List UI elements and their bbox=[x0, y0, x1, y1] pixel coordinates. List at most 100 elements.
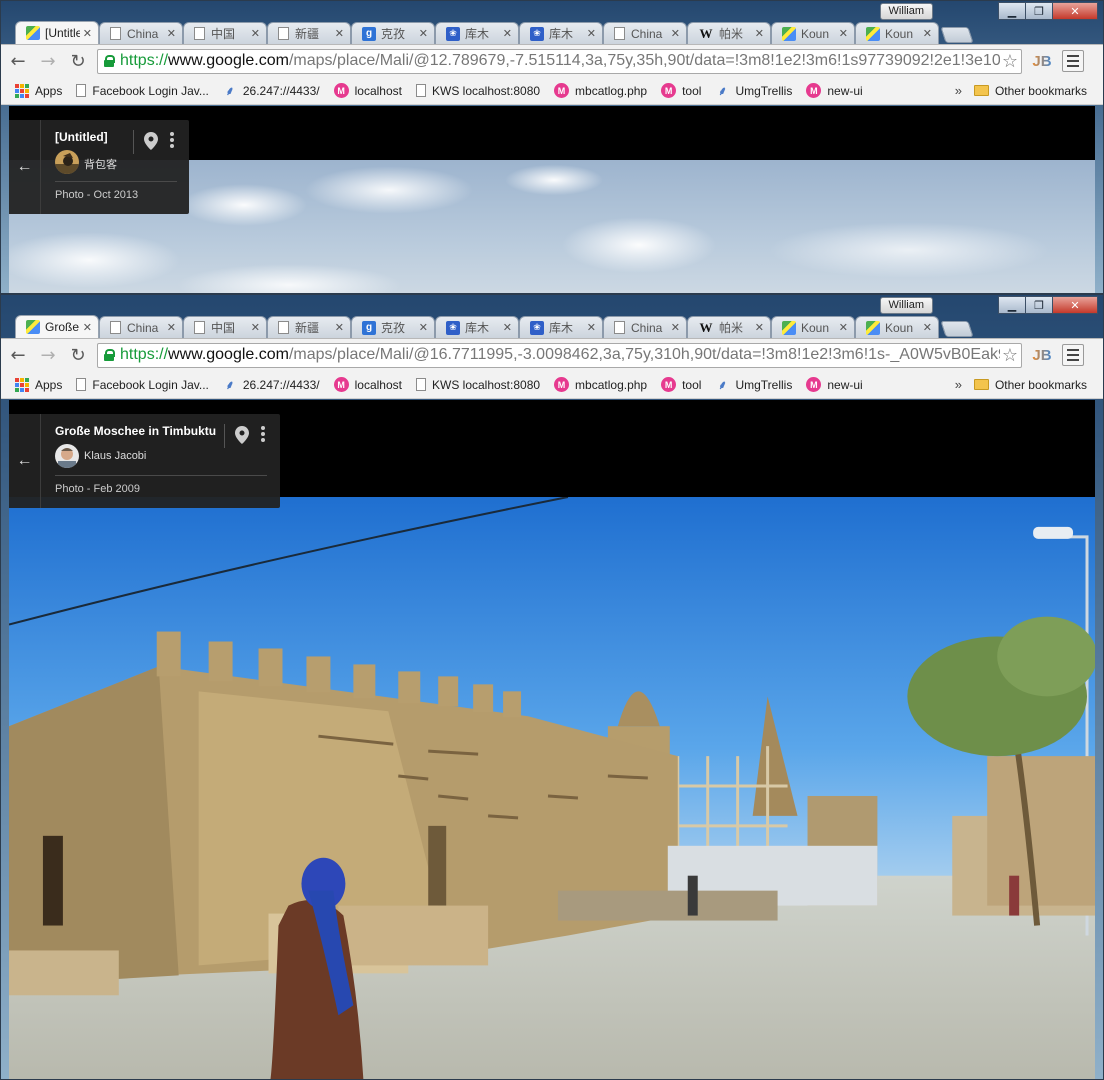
back-button[interactable]: ← bbox=[5, 48, 31, 74]
bookmark-item[interactable]: Mlocalhost bbox=[333, 377, 402, 392]
close-tab-icon[interactable]: ✕ bbox=[167, 321, 176, 334]
close-tab-icon[interactable]: ✕ bbox=[587, 321, 596, 334]
reload-button[interactable]: ↻ bbox=[65, 48, 91, 74]
close-tab-icon[interactable]: ✕ bbox=[755, 321, 764, 334]
address-bar[interactable]: https://www.google.com/maps/place/Mali/@… bbox=[97, 48, 1022, 74]
close-tab-icon[interactable]: ✕ bbox=[587, 27, 596, 40]
back-arrow-button[interactable]: ← bbox=[9, 414, 41, 508]
tab[interactable]: ❀ 库木 ✕ bbox=[519, 316, 603, 338]
close-tab-icon[interactable]: ✕ bbox=[167, 27, 176, 40]
new-tab-button[interactable] bbox=[940, 321, 974, 337]
map-pin-icon[interactable] bbox=[144, 132, 158, 150]
other-bookmarks[interactable]: Other bookmarks bbox=[973, 378, 1087, 392]
close-tab-icon[interactable]: ✕ bbox=[503, 27, 512, 40]
street-view-viewport[interactable]: ← Große Moschee in Timbuktu Klaus Jacobi… bbox=[9, 400, 1095, 1079]
close-window-button[interactable]: ✕ bbox=[1052, 2, 1098, 20]
close-tab-icon[interactable]: ✕ bbox=[503, 321, 512, 334]
tab[interactable]: China ✕ bbox=[99, 316, 183, 338]
bookmark-item[interactable]: ⸙ UmgTrellis bbox=[715, 84, 792, 99]
close-tab-icon[interactable]: ✕ bbox=[755, 27, 764, 40]
forward-button[interactable]: → bbox=[35, 342, 61, 368]
bookmark-item[interactable]: ⸙ UmgTrellis bbox=[715, 378, 792, 393]
bookmark-star-icon[interactable]: ☆ bbox=[999, 50, 1018, 72]
close-tab-icon[interactable]: ✕ bbox=[923, 321, 932, 334]
close-tab-icon[interactable]: ✕ bbox=[671, 27, 680, 40]
author-name[interactable]: Klaus Jacobi bbox=[84, 450, 146, 462]
bookmark-item[interactable]: Mnew-ui bbox=[806, 83, 863, 98]
close-tab-icon[interactable]: ✕ bbox=[335, 321, 344, 334]
forward-button[interactable]: → bbox=[35, 48, 61, 74]
tab[interactable]: Koun ✕ bbox=[855, 22, 939, 44]
jetbrains-extension-icon[interactable]: JB bbox=[1031, 51, 1053, 71]
bookmark-item[interactable]: Mlocalhost bbox=[333, 83, 402, 98]
close-tab-icon[interactable]: ✕ bbox=[83, 321, 92, 334]
avatar[interactable] bbox=[55, 150, 79, 174]
address-bar[interactable]: https://www.google.com/maps/place/Mali/@… bbox=[97, 342, 1022, 368]
bookmark-item[interactable]: Mtool bbox=[661, 83, 701, 98]
more-options-icon[interactable] bbox=[169, 132, 175, 148]
chrome-menu-button[interactable] bbox=[1062, 344, 1084, 366]
close-tab-icon[interactable]: ✕ bbox=[251, 27, 260, 40]
minimize-button[interactable]: ▁ bbox=[998, 296, 1026, 314]
close-tab-icon[interactable]: ✕ bbox=[419, 27, 428, 40]
tab[interactable]: ❀ 库木 ✕ bbox=[519, 22, 603, 44]
bookmark-item[interactable]: KWS localhost:8080 bbox=[415, 84, 540, 98]
tab-active[interactable]: [Untitled] ✕ bbox=[15, 21, 99, 44]
jetbrains-extension-icon[interactable]: JB bbox=[1031, 345, 1053, 365]
close-tab-icon[interactable]: ✕ bbox=[83, 27, 92, 40]
tab[interactable]: W 帕米 ✕ bbox=[687, 22, 771, 44]
author-name[interactable]: 背包客 bbox=[84, 156, 117, 172]
close-tab-icon[interactable]: ✕ bbox=[839, 27, 848, 40]
tab[interactable]: ❀ 库木 ✕ bbox=[435, 22, 519, 44]
panorama-photo[interactable] bbox=[9, 497, 1095, 1079]
tab[interactable]: Koun ✕ bbox=[771, 22, 855, 44]
maximize-button[interactable]: ❐ bbox=[1025, 2, 1053, 20]
bookmarks-overflow-button[interactable]: » bbox=[955, 377, 962, 392]
bookmark-item[interactable]: Mmbcatlog.php bbox=[554, 83, 647, 98]
tab[interactable]: Koun ✕ bbox=[771, 316, 855, 338]
bookmark-apps[interactable]: Apps bbox=[15, 377, 62, 392]
tab[interactable]: China ✕ bbox=[99, 22, 183, 44]
bookmark-item[interactable]: Mnew-ui bbox=[806, 377, 863, 392]
tab[interactable]: W 帕米 ✕ bbox=[687, 316, 771, 338]
tab[interactable]: g 克孜 ✕ bbox=[351, 316, 435, 338]
back-arrow-button[interactable]: ← bbox=[9, 120, 41, 214]
tab[interactable]: 新疆 ✕ bbox=[267, 316, 351, 338]
bookmark-item[interactable]: ⸙ 26.247://4433/ bbox=[223, 378, 319, 393]
bookmark-item[interactable]: Mmbcatlog.php bbox=[554, 377, 647, 392]
chrome-menu-button[interactable] bbox=[1062, 50, 1084, 72]
profile-button[interactable]: William bbox=[879, 3, 933, 20]
profile-button[interactable]: William bbox=[879, 297, 933, 314]
new-tab-button[interactable] bbox=[940, 27, 974, 43]
map-pin-icon[interactable] bbox=[235, 426, 249, 444]
tab[interactable]: China ✕ bbox=[603, 316, 687, 338]
minimize-button[interactable]: ▁ bbox=[998, 2, 1026, 20]
tab[interactable]: 中国 ✕ bbox=[183, 22, 267, 44]
tab[interactable]: 新疆 ✕ bbox=[267, 22, 351, 44]
tab[interactable]: ❀ 库木 ✕ bbox=[435, 316, 519, 338]
avatar[interactable] bbox=[55, 444, 79, 468]
close-tab-icon[interactable]: ✕ bbox=[335, 27, 344, 40]
bookmarks-overflow-button[interactable]: » bbox=[955, 83, 962, 98]
bookmark-star-icon[interactable]: ☆ bbox=[999, 344, 1018, 366]
bookmark-apps[interactable]: Apps bbox=[15, 83, 62, 98]
bookmark-item[interactable]: Facebook Login Jav... bbox=[76, 378, 209, 392]
more-options-icon[interactable] bbox=[260, 426, 266, 442]
bookmark-item[interactable]: KWS localhost:8080 bbox=[415, 378, 540, 392]
reload-button[interactable]: ↻ bbox=[65, 342, 91, 368]
maximize-button[interactable]: ❐ bbox=[1025, 296, 1053, 314]
tab-active[interactable]: Große Moschee in Timbuktu ✕ bbox=[15, 315, 99, 338]
close-window-button[interactable]: ✕ bbox=[1052, 296, 1098, 314]
back-button[interactable]: ← bbox=[5, 342, 31, 368]
tab[interactable]: 中国 ✕ bbox=[183, 316, 267, 338]
close-tab-icon[interactable]: ✕ bbox=[839, 321, 848, 334]
street-view-viewport[interactable]: ← [Untitled] 背包客 Photo - Oct 2013 bbox=[9, 106, 1095, 293]
close-tab-icon[interactable]: ✕ bbox=[923, 27, 932, 40]
bookmark-item[interactable]: Facebook Login Jav... bbox=[76, 84, 209, 98]
close-tab-icon[interactable]: ✕ bbox=[419, 321, 428, 334]
tab[interactable]: g 克孜 ✕ bbox=[351, 22, 435, 44]
bookmark-item[interactable]: ⸙ 26.247://4433/ bbox=[223, 84, 319, 99]
tab[interactable]: Koun ✕ bbox=[855, 316, 939, 338]
close-tab-icon[interactable]: ✕ bbox=[671, 321, 680, 334]
bookmark-item[interactable]: Mtool bbox=[661, 377, 701, 392]
